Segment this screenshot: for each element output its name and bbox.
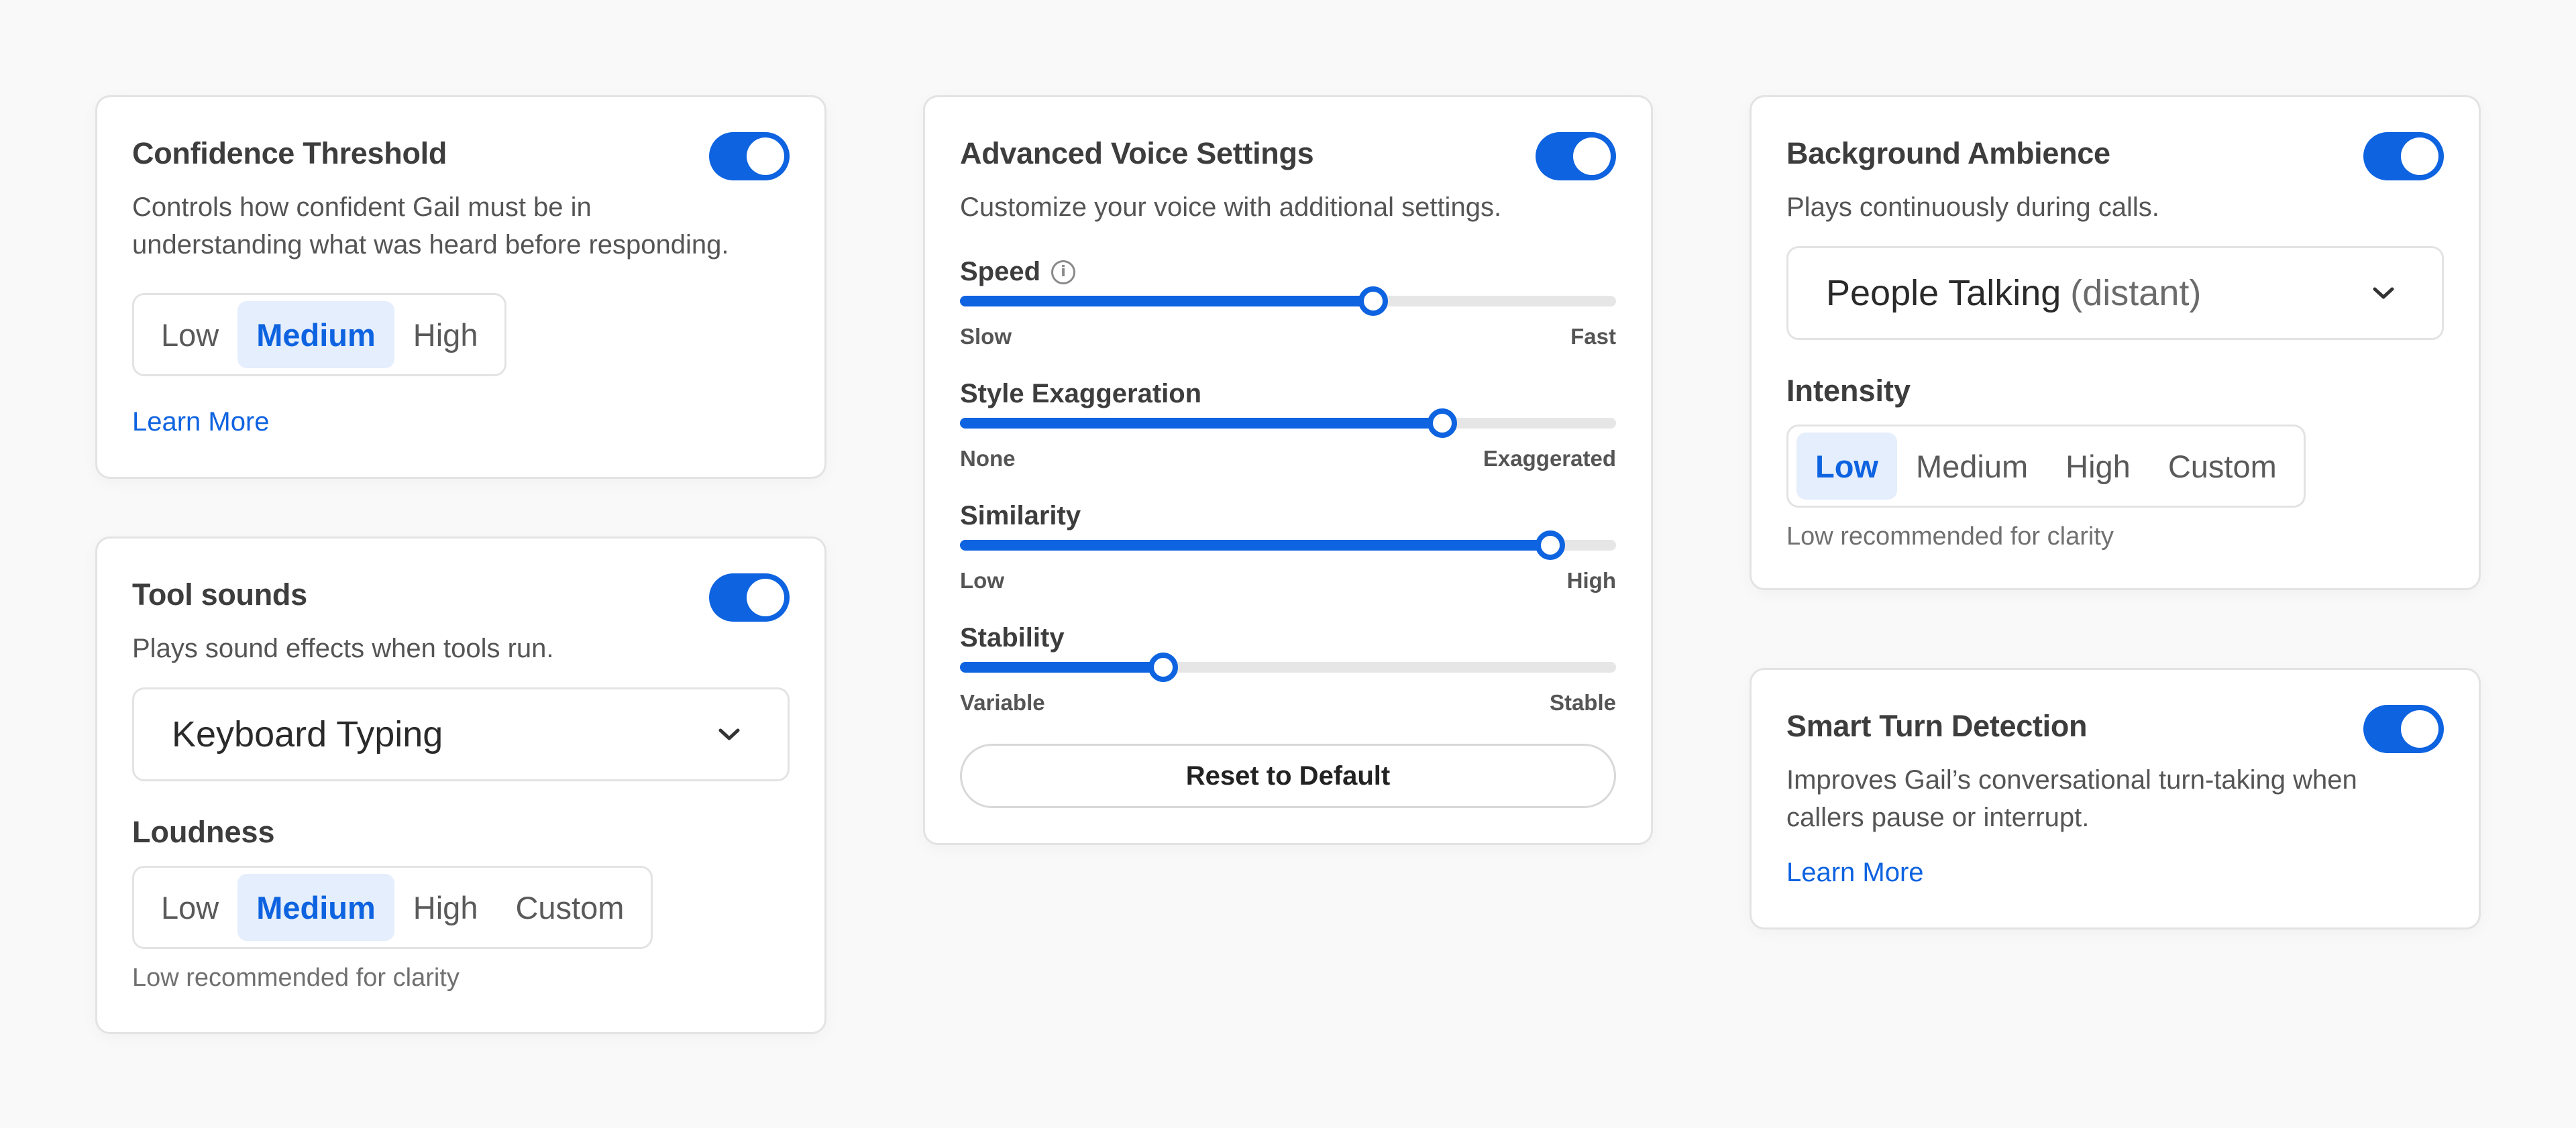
speed-fill — [960, 296, 1374, 306]
intensity-option-custom[interactable]: Custom — [2149, 433, 2296, 500]
confidence-threshold-card: Confidence Threshold Controls how confid… — [95, 95, 826, 479]
stability-thumb[interactable] — [1148, 653, 1179, 682]
stability-max-label: Stable — [1549, 690, 1616, 715]
reset-to-default-button[interactable]: Reset to Default — [960, 744, 1616, 808]
stability-track[interactable] — [960, 653, 1616, 682]
smart-turn-detection-toggle[interactable] — [2363, 705, 2444, 753]
advanced-voice-settings-card: Advanced Voice Settings Customize your v… — [923, 95, 1653, 845]
speed-label-text: Speed — [960, 257, 1041, 286]
background-ambience-toggle[interactable] — [2363, 132, 2444, 180]
speed-min-label: Slow — [960, 324, 1012, 349]
loudness-option-low[interactable]: Low — [142, 874, 237, 941]
background-ambience-title: Background Ambience — [1786, 136, 2110, 170]
style-exaggeration-min-label: None — [960, 446, 1016, 471]
intensity-hint: Low recommended for clarity — [1786, 522, 2114, 551]
style-exaggeration-track[interactable] — [960, 408, 1616, 438]
loudness-hint: Low recommended for clarity — [132, 964, 460, 992]
tool-sounds-title: Tool sounds — [132, 577, 307, 612]
turn-detection-learn-more-link[interactable]: Learn More — [1786, 858, 1924, 888]
loudness-label: Loudness — [132, 815, 275, 849]
intensity-option-low[interactable]: Low — [1796, 433, 1897, 500]
intensity-selector: Low Medium High Custom — [1786, 425, 2306, 508]
smart-turn-detection-description: Improves Gail’s conversational turn-taki… — [1786, 765, 2357, 832]
toggle-knob — [2401, 710, 2438, 748]
style-exaggeration-label: Style Exaggeration — [960, 379, 1202, 408]
confidence-threshold-title: Confidence Threshold — [132, 136, 447, 170]
loudness-selector: Low Medium High Custom — [132, 866, 653, 949]
tool-sounds-toggle[interactable] — [709, 573, 790, 622]
similarity-fill — [960, 540, 1551, 551]
loudness-option-medium[interactable]: Medium — [237, 874, 394, 941]
confidence-option-low[interactable]: Low — [142, 301, 237, 368]
stability-label: Stability — [960, 623, 1065, 653]
style-exaggeration-thumb[interactable] — [1427, 408, 1457, 438]
similarity-label: Similarity — [960, 501, 1081, 530]
voice-settings-title: Advanced Voice Settings — [960, 136, 1314, 170]
intensity-option-high[interactable]: High — [2047, 433, 2149, 500]
confidence-level-selector: Low Medium High — [132, 293, 507, 376]
background-ambience-card: Background Ambience Plays continuously d… — [1750, 95, 2481, 590]
loudness-option-custom[interactable]: Custom — [496, 874, 643, 941]
intensity-option-medium[interactable]: Medium — [1897, 433, 2047, 500]
ambience-sound-select[interactable]: People Talking (distant) — [1786, 246, 2444, 340]
similarity-min-label: Low — [960, 568, 1004, 593]
similarity-slider: Similarity Low High — [960, 501, 1616, 608]
confidence-option-medium[interactable]: Medium — [237, 301, 394, 368]
tool-sound-value: Keyboard Typing — [172, 714, 443, 754]
similarity-max-label: High — [1566, 568, 1616, 593]
loudness-option-high[interactable]: High — [394, 874, 497, 941]
tool-sounds-card: Tool sounds Plays sound effects when too… — [95, 537, 826, 1034]
info-icon[interactable]: i — [1051, 260, 1076, 284]
voice-settings-description: Customize your voice with additional set… — [960, 192, 1502, 222]
background-ambience-description: Plays continuously during calls. — [1786, 192, 2159, 222]
style-exaggeration-max-label: Exaggerated — [1483, 446, 1616, 471]
stability-fill — [960, 662, 1164, 673]
confidence-threshold-toggle[interactable] — [709, 132, 790, 180]
chevron-down-icon — [718, 728, 740, 740]
speed-thumb[interactable] — [1358, 286, 1389, 316]
tool-sounds-description: Plays sound effects when tools run. — [132, 634, 554, 663]
smart-turn-detection-card: Smart Turn Detection Improves Gail’s con… — [1750, 668, 2481, 929]
tool-sound-select[interactable]: Keyboard Typing — [132, 687, 790, 781]
ambience-sound-value: People Talking — [1826, 273, 2061, 313]
stability-min-label: Variable — [960, 690, 1045, 715]
speed-slider: Speed i Slow Fast — [960, 257, 1616, 364]
toggle-knob — [2401, 137, 2438, 175]
toggle-knob — [747, 137, 784, 175]
chevron-down-icon — [2373, 287, 2394, 299]
speed-max-label: Fast — [1570, 324, 1616, 349]
style-exaggeration-fill — [960, 418, 1442, 429]
voice-settings-toggle[interactable] — [1536, 132, 1616, 180]
toggle-knob — [747, 579, 784, 616]
confidence-threshold-description: Controls how confident Gail must be in u… — [132, 192, 729, 260]
confidence-learn-more-link[interactable]: Learn More — [132, 407, 270, 437]
similarity-thumb[interactable] — [1536, 530, 1566, 560]
smart-turn-detection-title: Smart Turn Detection — [1786, 709, 2088, 743]
similarity-track[interactable] — [960, 530, 1616, 560]
ambience-sound-qualifier: (distant) — [2070, 273, 2202, 313]
style-exaggeration-slider: Style Exaggeration None Exaggerated — [960, 379, 1616, 486]
toggle-knob — [1573, 137, 1611, 175]
speed-label: Speed i — [960, 257, 1076, 287]
confidence-option-high[interactable]: High — [394, 301, 497, 368]
stability-slider: Stability Variable Stable — [960, 623, 1616, 730]
intensity-label: Intensity — [1786, 374, 1911, 408]
speed-track[interactable] — [960, 286, 1616, 316]
